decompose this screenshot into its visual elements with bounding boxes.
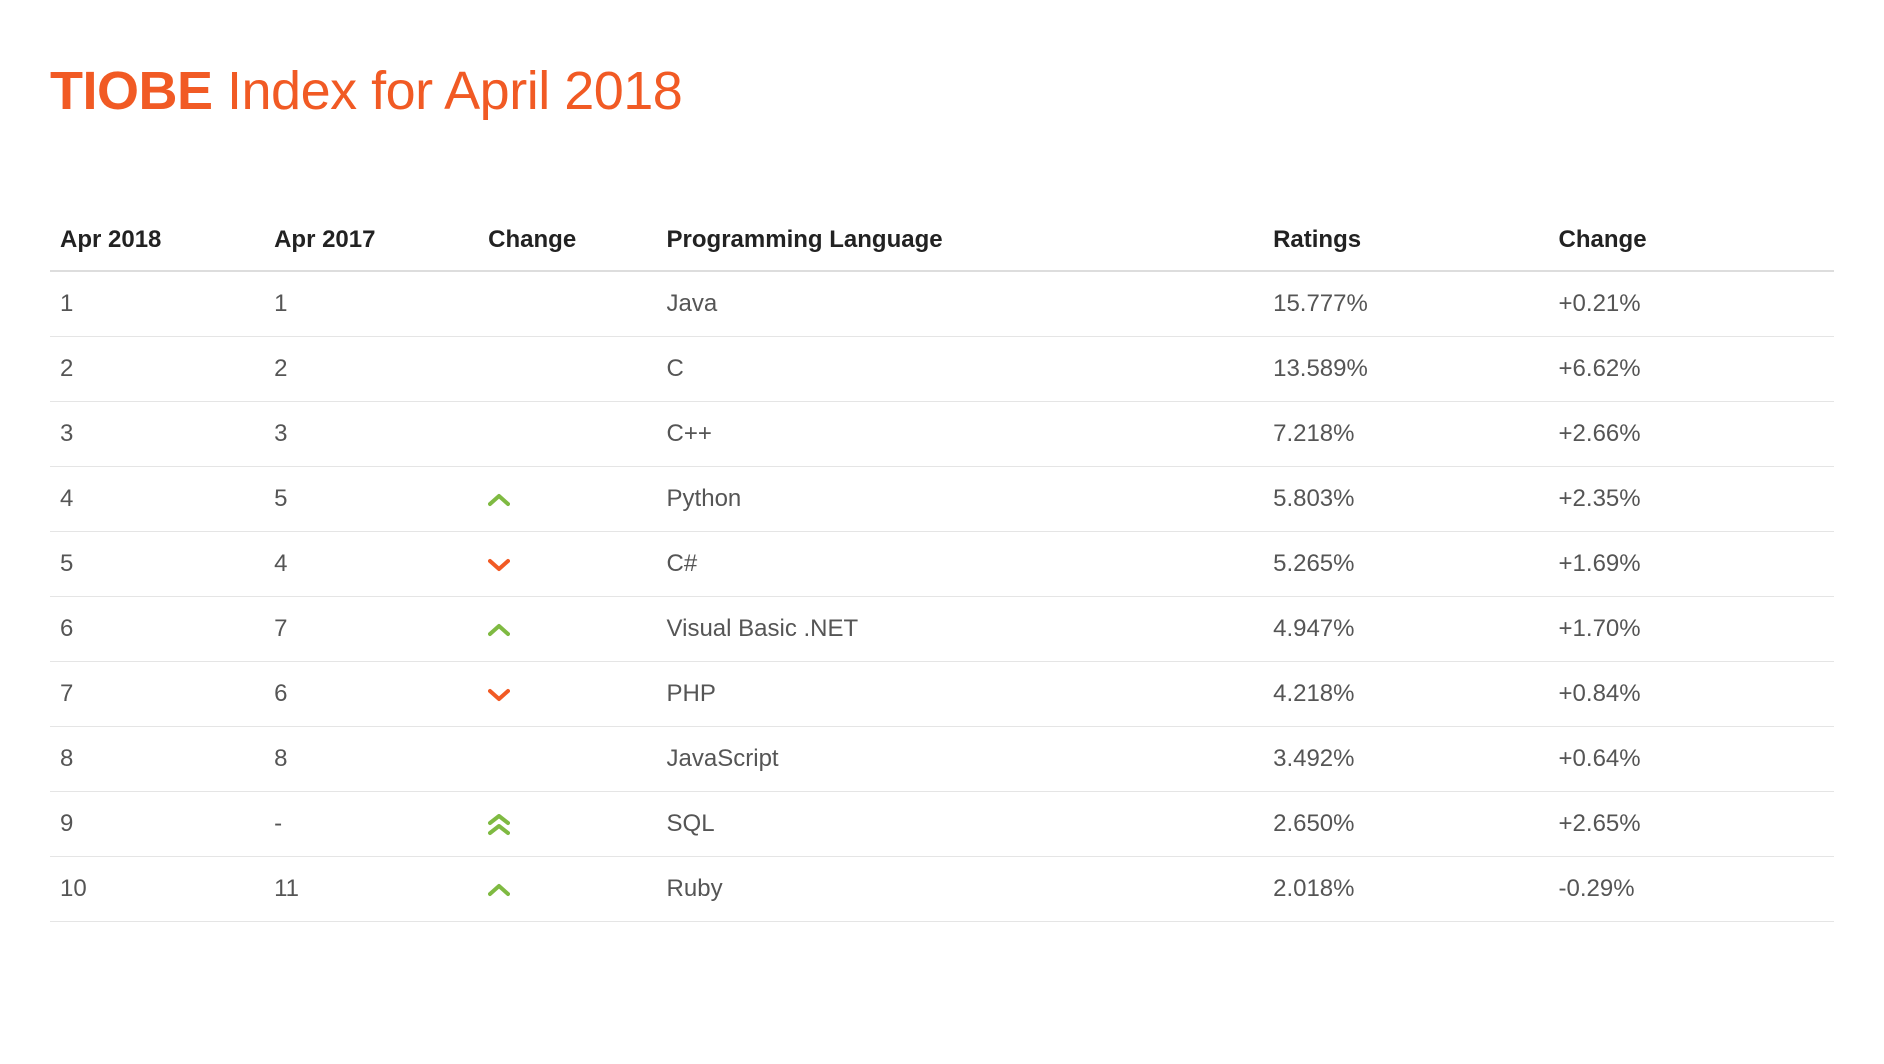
header-apr2018: Apr 2018 [50, 212, 264, 271]
cell-apr2018: 6 [50, 597, 264, 662]
cell-apr2018: 1 [50, 271, 264, 337]
cell-apr2018: 3 [50, 402, 264, 467]
cell-change-pct: +1.69% [1549, 532, 1834, 597]
title-rest: Index for April 2018 [213, 61, 683, 121]
cell-change-pct: +2.65% [1549, 792, 1834, 857]
cell-change-icon [478, 532, 656, 597]
cell-apr2017: 5 [264, 467, 478, 532]
table-row: 1011 Ruby2.018%-0.29% [50, 857, 1834, 922]
cell-ratings: 7.218% [1263, 402, 1548, 467]
header-change-pct: Change [1549, 212, 1834, 271]
cell-change-icon [478, 857, 656, 922]
table-row: 67 Visual Basic .NET4.947%+1.70% [50, 597, 1834, 662]
cell-apr2017: 6 [264, 662, 478, 727]
cell-ratings: 13.589% [1263, 337, 1548, 402]
cell-change-icon [478, 467, 656, 532]
cell-change-pct: -0.29% [1549, 857, 1834, 922]
table-row: 9- SQL2.650%+2.65% [50, 792, 1834, 857]
cell-ratings: 4.218% [1263, 662, 1548, 727]
header-ratings: Ratings [1263, 212, 1548, 271]
cell-ratings: 4.947% [1263, 597, 1548, 662]
cell-change-icon [478, 271, 656, 337]
cell-change-icon [478, 727, 656, 792]
header-apr2017: Apr 2017 [264, 212, 478, 271]
table-header-row: Apr 2018 Apr 2017 Change Programming Lan… [50, 212, 1834, 271]
chevron-down-icon [488, 688, 510, 702]
cell-apr2018: 8 [50, 727, 264, 792]
cell-apr2018: 4 [50, 467, 264, 532]
cell-apr2017: 3 [264, 402, 478, 467]
chevron-up-icon [488, 883, 510, 897]
cell-change-pct: +1.70% [1549, 597, 1834, 662]
cell-change-pct: +2.66% [1549, 402, 1834, 467]
cell-language: Python [657, 467, 1264, 532]
table-row: 54 C#5.265%+1.69% [50, 532, 1834, 597]
cell-change-icon [478, 792, 656, 857]
cell-language: Java [657, 271, 1264, 337]
cell-language: PHP [657, 662, 1264, 727]
cell-change-icon [478, 597, 656, 662]
cell-change-pct: +0.64% [1549, 727, 1834, 792]
cell-ratings: 5.803% [1263, 467, 1548, 532]
cell-apr2017: 11 [264, 857, 478, 922]
tiobe-table: Apr 2018 Apr 2017 Change Programming Lan… [50, 212, 1834, 922]
cell-language: Visual Basic .NET [657, 597, 1264, 662]
header-language: Programming Language [657, 212, 1264, 271]
cell-apr2017: - [264, 792, 478, 857]
cell-apr2017: 8 [264, 727, 478, 792]
table-row: 88 JavaScript3.492%+0.64% [50, 727, 1834, 792]
cell-ratings: 2.650% [1263, 792, 1548, 857]
chevron-up-icon [488, 623, 510, 637]
cell-apr2018: 2 [50, 337, 264, 402]
cell-apr2017: 7 [264, 597, 478, 662]
table-row: 76 PHP4.218%+0.84% [50, 662, 1834, 727]
cell-language: JavaScript [657, 727, 1264, 792]
cell-apr2017: 1 [264, 271, 478, 337]
cell-language: SQL [657, 792, 1264, 857]
header-change: Change [478, 212, 656, 271]
title-brand: TIOBE [50, 61, 213, 121]
cell-ratings: 3.492% [1263, 727, 1548, 792]
cell-change-icon [478, 402, 656, 467]
cell-language: Ruby [657, 857, 1264, 922]
page-title: TIOBE Index for April 2018 [50, 60, 1834, 122]
cell-apr2018: 10 [50, 857, 264, 922]
table-row: 22 C13.589%+6.62% [50, 337, 1834, 402]
cell-apr2018: 9 [50, 792, 264, 857]
chevron-up-icon [488, 493, 510, 507]
cell-apr2018: 7 [50, 662, 264, 727]
double-chevron-up-icon [488, 814, 510, 836]
cell-change-pct: +0.84% [1549, 662, 1834, 727]
cell-language: C++ [657, 402, 1264, 467]
cell-apr2017: 2 [264, 337, 478, 402]
table-body: 11 Java15.777%+0.21% 22 C13.589%+6.62% 33 C++… [50, 271, 1834, 922]
cell-ratings: 2.018% [1263, 857, 1548, 922]
cell-ratings: 5.265% [1263, 532, 1548, 597]
cell-change-pct: +0.21% [1549, 271, 1834, 337]
cell-change-icon [478, 662, 656, 727]
table-row: 33 C++7.218%+2.66% [50, 402, 1834, 467]
chevron-down-icon [488, 558, 510, 572]
page-container: TIOBE Index for April 2018 Apr 2018 Apr … [50, 60, 1834, 922]
cell-language: C# [657, 532, 1264, 597]
cell-change-icon [478, 337, 656, 402]
table-row: 11 Java15.777%+0.21% [50, 271, 1834, 337]
cell-ratings: 15.777% [1263, 271, 1548, 337]
cell-language: C [657, 337, 1264, 402]
cell-change-pct: +2.35% [1549, 467, 1834, 532]
cell-change-pct: +6.62% [1549, 337, 1834, 402]
cell-apr2017: 4 [264, 532, 478, 597]
cell-apr2018: 5 [50, 532, 264, 597]
table-row: 45 Python5.803%+2.35% [50, 467, 1834, 532]
